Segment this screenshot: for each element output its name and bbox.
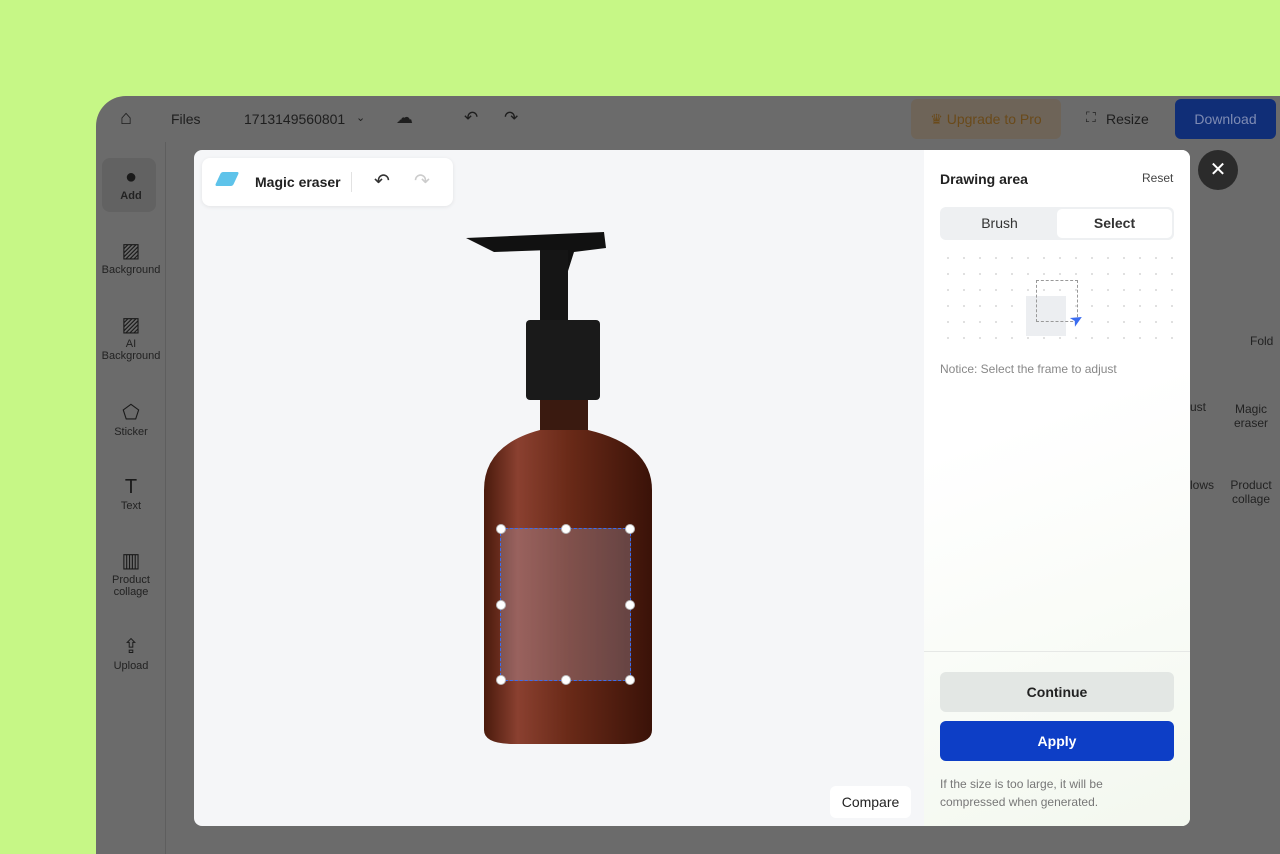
sparkle-hatch-icon: ▨ bbox=[121, 314, 141, 336]
selection-frame[interactable] bbox=[496, 524, 635, 685]
eraser-icon bbox=[214, 172, 240, 186]
continue-button[interactable]: Continue bbox=[940, 672, 1174, 712]
text-icon: T bbox=[124, 476, 138, 498]
upgrade-button[interactable]: ♛ Upgrade to Pro bbox=[911, 99, 1061, 139]
chevron-down-icon[interactable]: ⌄ bbox=[356, 111, 365, 124]
sidebar-item-product-collage[interactable]: ▥ Product collage bbox=[96, 548, 166, 598]
top-bar: ⌂ Files 1713149560801 ⌄ ☁ ↶ ↷ ♛ Upgrade … bbox=[96, 96, 1280, 142]
magic-eraser-dialog: Magic eraser ↶ ↷ Compare Drawing area Re… bbox=[194, 150, 1190, 826]
tool-product-collage[interactable]: Product collage bbox=[1226, 478, 1276, 506]
home-icon[interactable]: ⌂ bbox=[120, 107, 132, 130]
tool-title: Magic eraser bbox=[255, 174, 341, 190]
mode-select[interactable]: Select bbox=[1057, 209, 1172, 238]
cloud-icon[interactable]: ☁ bbox=[396, 108, 413, 128]
crop-icon[interactable]: ⛶ bbox=[1086, 109, 1096, 126]
close-button[interactable]: ✕ bbox=[1198, 150, 1238, 190]
upload-icon: ⇪ bbox=[122, 636, 140, 658]
mode-brush[interactable]: Brush bbox=[942, 209, 1057, 238]
sidebar-item-text[interactable]: T Text bbox=[96, 474, 166, 512]
sidebar-item-add[interactable]: ● Add bbox=[96, 164, 166, 202]
select-illustration: ➤ bbox=[940, 250, 1174, 340]
notice-text: Notice: Select the frame to adjust bbox=[940, 362, 1117, 376]
drawing-area-panel: Drawing area Reset Brush Select ➤ Notice… bbox=[924, 150, 1190, 826]
apply-button[interactable]: Apply bbox=[940, 721, 1174, 761]
filename-dropdown[interactable]: 1713149560801 bbox=[244, 111, 345, 127]
tool-header: Magic eraser ↶ ↷ bbox=[202, 158, 453, 206]
sidebar-item-upload[interactable]: ⇪ Upload bbox=[96, 634, 166, 672]
redo-icon[interactable]: ↷ bbox=[414, 170, 430, 193]
download-button[interactable]: Download bbox=[1175, 99, 1276, 139]
sidebar-item-background[interactable]: ▨ Background bbox=[96, 238, 166, 276]
tool-adjust[interactable]: ust bbox=[1190, 400, 1206, 414]
redo-icon[interactable]: ↷ bbox=[504, 108, 518, 128]
map-icon: ▥ bbox=[121, 550, 141, 572]
fold-button[interactable]: Fold bbox=[1250, 334, 1273, 348]
sticker-icon: ⬠ bbox=[122, 402, 140, 424]
undo-icon[interactable]: ↶ bbox=[374, 170, 390, 193]
tool-magic-eraser[interactable]: Magic eraser bbox=[1226, 402, 1276, 430]
files-link[interactable]: Files bbox=[171, 111, 201, 127]
hatch-icon: ▨ bbox=[121, 240, 141, 262]
size-footnote: If the size is too large, it will be com… bbox=[940, 777, 1103, 809]
tool-shadows[interactable]: lows bbox=[1190, 478, 1214, 492]
mode-switch: Brush Select bbox=[940, 207, 1174, 240]
cursor-icon: ➤ bbox=[1066, 309, 1088, 332]
plus-circle-icon: ● bbox=[124, 166, 138, 188]
resize-button[interactable]: Resize bbox=[1106, 111, 1149, 127]
compare-button[interactable]: Compare bbox=[830, 786, 911, 818]
left-sidebar: ● Add ▨ Background ▨ AI Background ⬠ Sticker… bbox=[96, 142, 166, 854]
sidebar-item-ai-background[interactable]: ▨ AI Background bbox=[96, 312, 166, 362]
reset-button[interactable]: Reset bbox=[1142, 171, 1173, 185]
undo-icon[interactable]: ↶ bbox=[464, 108, 478, 128]
panel-title: Drawing area bbox=[940, 171, 1028, 187]
sidebar-item-sticker[interactable]: ⬠ Sticker bbox=[96, 400, 166, 438]
